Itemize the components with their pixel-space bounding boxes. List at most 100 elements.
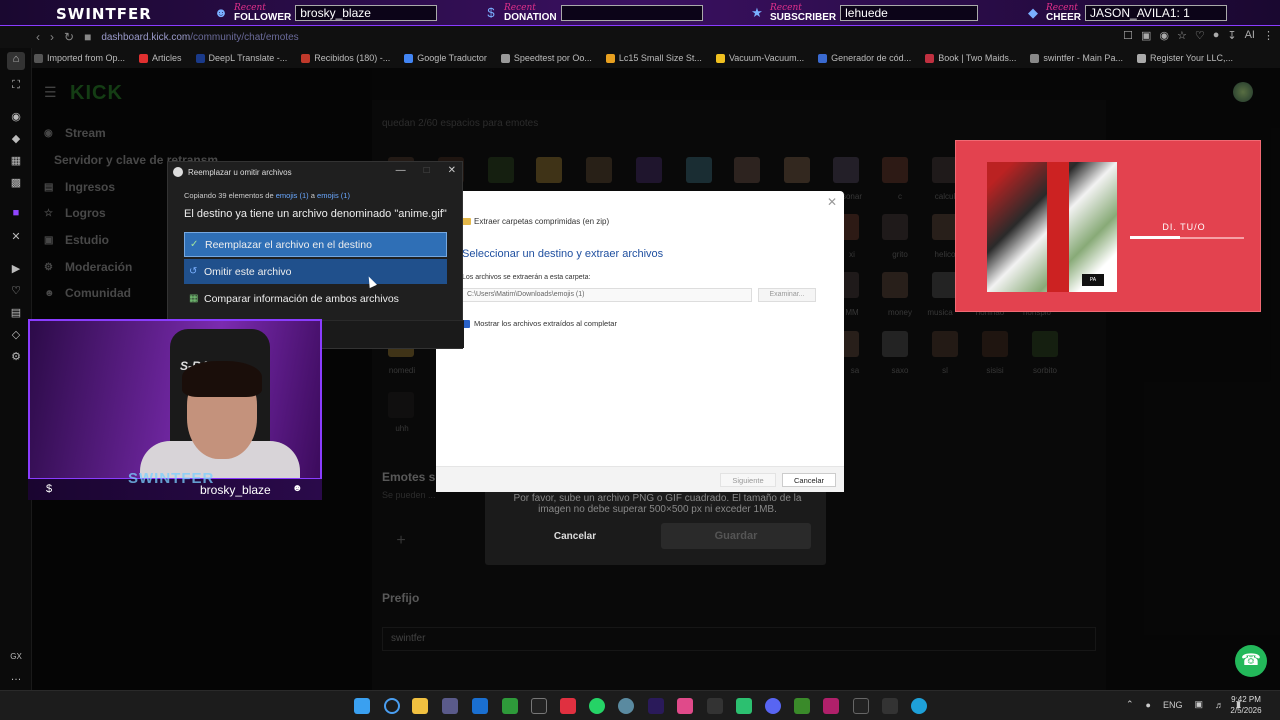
outlook-icon[interactable]: [472, 698, 488, 714]
bookmark-item[interactable]: Articles: [139, 53, 182, 63]
address-bar[interactable]: dashboard.kick.com/community/chat/emotes: [101, 32, 298, 43]
back-icon[interactable]: ‹: [36, 30, 40, 44]
destination-path-input[interactable]: C:\Users\Matim\Downloads\emojis (1): [462, 288, 752, 302]
download-icon[interactable]: ↧: [1227, 29, 1236, 42]
support-chat-button[interactable]: ☎: [1235, 645, 1267, 677]
bookmark-favicon-icon: [818, 53, 828, 63]
bookmark-favicon-icon: [195, 53, 205, 63]
replace-file-option[interactable]: ✓ Reemplazar el archivo en el destino: [184, 232, 447, 257]
dollar-icon: $: [487, 5, 495, 20]
browse-button[interactable]: Examinar...: [758, 288, 816, 302]
menu-icon[interactable]: ⋮: [1263, 29, 1274, 42]
bookmark-item[interactable]: Imported from Op...: [34, 53, 125, 63]
bookmark-item[interactable]: Register Your LLC,...: [1136, 53, 1233, 63]
more-icon[interactable]: …: [9, 670, 23, 684]
heart-icon[interactable]: ♡: [9, 284, 23, 298]
app-icon[interactable]: [707, 698, 723, 714]
bookmark-favicon-icon: [301, 53, 311, 63]
destination-folder-link[interactable]: emojis (1): [317, 191, 350, 200]
maximize-icon: □: [423, 165, 430, 176]
minecraft-icon[interactable]: [794, 698, 810, 714]
vpn-icon[interactable]: ●: [1213, 29, 1220, 42]
cancel-button[interactable]: Cancelar: [782, 473, 836, 487]
bookmark-favicon-icon: [925, 53, 935, 63]
conflict-message: El destino ya tiene un archivo denominad…: [184, 208, 447, 220]
close-icon[interactable]: ✕: [827, 195, 837, 209]
bookmark-item[interactable]: Google Traductor: [404, 53, 487, 63]
skip-file-option[interactable]: ↺ Omitir este archivo: [184, 259, 447, 284]
save-button[interactable]: Guardar: [661, 523, 811, 549]
lock-icon: ■: [84, 30, 92, 44]
language-indicator[interactable]: ENG: [1163, 700, 1183, 710]
whatsapp-icon[interactable]: [589, 698, 605, 714]
dialog-footer: Siguiente Cancelar: [436, 466, 844, 492]
ai-icon[interactable]: AI: [1245, 29, 1255, 42]
search-icon[interactable]: [384, 698, 400, 714]
source-folder-link[interactable]: emojis (1): [276, 191, 309, 200]
game-app-icon[interactable]: [736, 698, 752, 714]
box-icon[interactable]: ▩: [9, 176, 23, 190]
terminal-icon[interactable]: [853, 698, 869, 714]
chevron-up-icon[interactable]: ⌃: [1126, 699, 1134, 710]
volume-icon[interactable]: ♬: [1215, 700, 1224, 710]
browser-icon[interactable]: [531, 698, 547, 714]
settings-icon[interactable]: ⚙: [9, 350, 23, 364]
compare-files-option[interactable]: ▦ Comparar información de ambos archivos: [184, 286, 447, 311]
star-icon[interactable]: ☆: [1177, 29, 1187, 42]
bookmark-item[interactable]: DeepL Translate -...: [195, 53, 287, 63]
next-button[interactable]: Siguiente: [720, 473, 776, 487]
premiere-icon[interactable]: [648, 698, 664, 714]
pin-icon[interactable]: ▦: [9, 154, 23, 168]
forward-icon[interactable]: ›: [50, 30, 54, 44]
bookmark-item[interactable]: Speedtest por Oo...: [500, 53, 592, 63]
edge-icon[interactable]: [911, 698, 927, 714]
screenshot-icon[interactable]: ▣: [1141, 29, 1151, 42]
kick-app-icon[interactable]: [823, 698, 839, 714]
diamond-icon[interactable]: ◆: [9, 132, 23, 146]
stream-overlay-bar: SWINTFER ☻ Recent FOLLOWER brosky_blaze $…: [0, 0, 1280, 26]
check-icon: ✓: [190, 239, 199, 250]
cancel-button[interactable]: Cancelar: [525, 527, 625, 547]
instagram-icon[interactable]: [677, 698, 693, 714]
bookmark-item[interactable]: Vacuum-Vacuum...: [715, 53, 804, 63]
home-icon[interactable]: ⌂: [7, 52, 25, 70]
bookmark-item[interactable]: Book | Two Maids...: [925, 53, 1016, 63]
obs-icon[interactable]: [618, 698, 634, 714]
close-icon[interactable]: ✕: [448, 165, 456, 176]
bookmark-item[interactable]: Recibidos (180) -...: [301, 53, 390, 63]
reload-icon[interactable]: ↻: [64, 30, 74, 44]
store-icon[interactable]: [442, 698, 458, 714]
opera-gx-icon[interactable]: [882, 698, 898, 714]
donation-value: [560, 5, 703, 21]
bolt-app-icon[interactable]: [560, 698, 576, 714]
shield-icon[interactable]: ◉: [1159, 29, 1169, 42]
diamond-icon[interactable]: ◇: [9, 328, 23, 342]
minimize-icon[interactable]: —: [396, 165, 406, 176]
discord-icon[interactable]: [765, 698, 781, 714]
clipboard-icon[interactable]: ▤: [9, 306, 23, 320]
heart-icon[interactable]: ♡: [1195, 29, 1205, 42]
bookmark-item[interactable]: swintfer - Main Pa...: [1030, 53, 1123, 63]
bookmark-item[interactable]: Lc15 Small Size St...: [605, 53, 702, 63]
gamepad-icon[interactable]: ⛶: [9, 78, 23, 92]
bookmark-favicon-icon: [404, 53, 414, 63]
clock[interactable]: 9:42 PM 2/5/2026: [1226, 694, 1266, 716]
destination-label: Los archivos se extraerán a esta carpeta…: [462, 274, 591, 281]
gx-icon[interactable]: GX: [9, 650, 23, 664]
dialog-header: Extraer carpetas comprimidas (en zip): [462, 217, 609, 226]
subscriber-value: lehuede: [840, 5, 979, 21]
parental-advisory-icon: PA: [1082, 274, 1104, 286]
twitch-logo-icon[interactable]: ■: [9, 206, 23, 220]
play-icon[interactable]: ▶: [9, 262, 23, 276]
file-explorer-icon[interactable]: [412, 698, 428, 714]
upload-instructions: Por favor, sube un archivo PNG o GIF cua…: [513, 493, 802, 515]
x-icon[interactable]: ✕: [9, 230, 23, 244]
microphone-icon[interactable]: ●: [1146, 700, 1151, 710]
sheets-icon[interactable]: [502, 698, 518, 714]
start-icon[interactable]: [354, 698, 370, 714]
bookmark-item[interactable]: Generador de cód...: [818, 53, 911, 63]
twitch-icon[interactable]: ◉: [9, 110, 23, 124]
bookmark-icon[interactable]: ☐: [1123, 29, 1133, 42]
display-icon[interactable]: ▣: [1195, 699, 1204, 710]
show-files-checkbox[interactable]: Mostrar los archivos extraídos al comple…: [462, 319, 617, 328]
